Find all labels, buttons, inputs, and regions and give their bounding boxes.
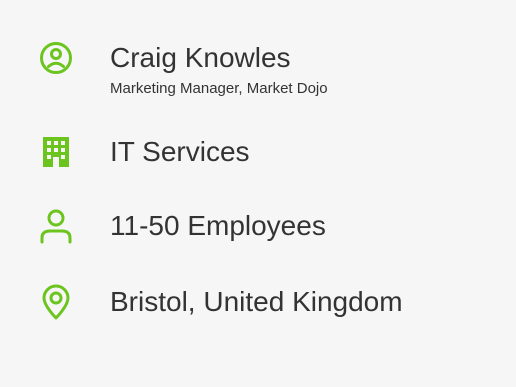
- location-pin-icon: [38, 284, 74, 320]
- contact-info-card: Craig Knowles Marketing Manager, Market …: [0, 0, 516, 387]
- contact-job-title: Marketing Manager, Market Dojo: [110, 80, 328, 97]
- person-icon: [38, 208, 74, 244]
- industry-label: IT Services: [110, 136, 250, 167]
- user-circle-icon: [38, 40, 74, 76]
- company-size-label: 11-50 Employees: [110, 210, 326, 241]
- contact-name: Craig Knowles: [110, 42, 291, 73]
- building-icon: [38, 134, 74, 170]
- location-label: Bristol, United Kingdom: [110, 286, 403, 317]
